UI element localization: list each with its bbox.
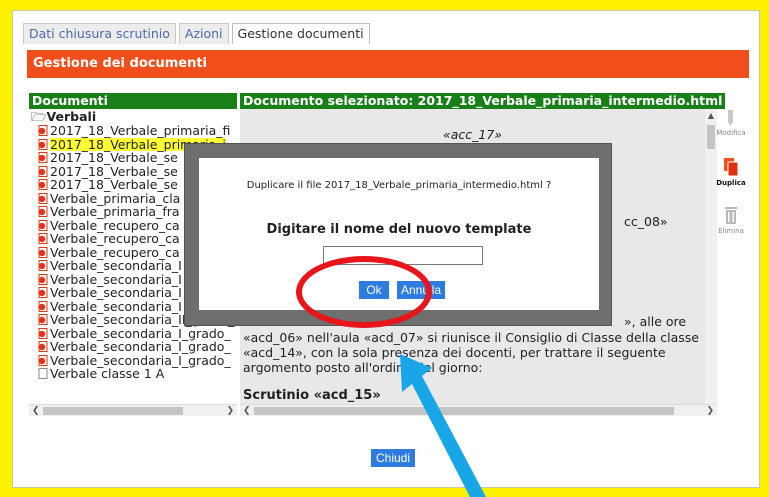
- tree-item-label: Verbale_recupero_ca: [50, 217, 180, 233]
- tree-horizontal-scrollbar[interactable]: ❮ ❯: [29, 404, 237, 416]
- scroll-right-icon[interactable]: ❯: [706, 405, 714, 417]
- tree-item-label: 2017_18_Verbale_se: [50, 163, 178, 179]
- tab-gestione-documenti[interactable]: Gestione documenti: [231, 23, 370, 44]
- tree-root-label: Verbali: [46, 109, 97, 124]
- tree-item-label: Verbale_recupero_ca: [50, 231, 180, 246]
- tree-item[interactable]: Verbale classe 1 A: [29, 367, 237, 381]
- tree-item-label: Verbale classe 1 A: [50, 366, 165, 381]
- scroll-right-icon[interactable]: ❯: [226, 405, 234, 417]
- tree-item-label: Verbale_secondaria_I: [50, 271, 182, 287]
- tab-bar: Dati chiusura scrutinio Azioni Gestione …: [23, 23, 373, 44]
- html-file-icon: [38, 179, 48, 191]
- highlight-circle: [296, 256, 432, 328]
- tree-item-label: Verbale_primaria_fra: [50, 204, 180, 219]
- tree-item-label: Verbale_secondaria_I_grado_: [50, 339, 231, 354]
- tree-item[interactable]: 2017_18_Verbale_primaria_fi: [29, 124, 237, 138]
- duplicate-tool[interactable]: Duplica: [715, 157, 747, 187]
- trash-icon: [725, 207, 737, 224]
- doc-line-1: », alle ore: [624, 314, 687, 329]
- delete-label: Elimina: [718, 227, 744, 235]
- doc-acc08: cc_08»: [624, 214, 668, 229]
- modify-tool[interactable]: Modifica: [715, 109, 747, 137]
- tree-item-label: Verbale_secondaria_I: [50, 258, 182, 273]
- html-file-icon: [38, 206, 48, 218]
- document-vertical-scrollbar[interactable]: ▲ ▼: [705, 109, 717, 416]
- scroll-left-icon[interactable]: ❮: [243, 405, 251, 417]
- tree-item-label: Verbale_recupero_ca: [50, 244, 180, 260]
- tree-item-label: Verbale_secondaria_I_grado_: [50, 325, 231, 341]
- doc-heading: Scrutinio «acd_15»: [243, 388, 381, 403]
- html-file-icon: [38, 314, 48, 326]
- scroll-left-icon[interactable]: ❮: [32, 405, 40, 417]
- html-file-icon: [38, 327, 48, 339]
- tree-item-label: 2017_18_Verbale_primaria_fi: [50, 123, 231, 138]
- html-file-icon: [38, 287, 48, 299]
- folder-open-icon: 🗁: [31, 109, 47, 124]
- document-scroll-thumb[interactable]: [707, 125, 715, 149]
- tab-azioni[interactable]: Azioni: [178, 23, 229, 44]
- tree-item[interactable]: Verbale_secondaria_I_grado_: [29, 340, 237, 354]
- pointer-arrow-icon: [400, 354, 486, 497]
- section-title: Gestione dei documenti: [27, 50, 749, 78]
- tree-item-label: 2017_18_Verbale_se: [50, 177, 178, 192]
- html-file-icon: [38, 341, 48, 353]
- tree-root-verbali[interactable]: 🗁Verbali: [29, 109, 237, 124]
- tree-item-label: Verbale_secondaria_I_grado_: [50, 352, 231, 368]
- tab-dati-chiusura-scrutinio[interactable]: Dati chiusura scrutinio: [23, 23, 176, 44]
- duplicate-label: Duplica: [716, 179, 746, 187]
- dialog-question: Duplicare il file 2017_18_Verbale_primar…: [246, 180, 552, 191]
- tree-item-label: Verbale_primaria_cla: [50, 190, 181, 206]
- html-file-icon: [38, 138, 48, 150]
- html-file-icon: [38, 233, 48, 245]
- html-file-icon: [38, 192, 48, 204]
- html-file-icon: [38, 260, 48, 272]
- doc-acc17: «acc_17»: [443, 127, 502, 142]
- html-file-icon: [38, 165, 48, 177]
- delete-tool[interactable]: Elimina: [715, 205, 747, 235]
- tree-item[interactable]: Verbale_secondaria_I_grado_: [29, 352, 237, 368]
- doc-line-2: «acd_06» nell'aula «acd_07» si riunisce …: [243, 330, 699, 345]
- html-file-icon: [38, 152, 48, 164]
- html-file-icon: [38, 300, 48, 312]
- html-file-icon: [38, 354, 48, 366]
- html-file-icon: [38, 246, 48, 258]
- tree-item-label: Verbale_secondaria_I: [50, 298, 182, 314]
- tree-item-label: Verbale_secondaria_I: [50, 285, 182, 300]
- html-file-icon: [38, 125, 48, 137]
- html-file-icon: [38, 273, 48, 285]
- tree-item[interactable]: Verbale_secondaria_I_grado_: [29, 325, 237, 341]
- pencil-icon: [728, 110, 733, 126]
- documents-header: Documenti: [29, 93, 237, 109]
- file-icon: [38, 368, 48, 380]
- modify-label: Modifica: [716, 129, 746, 137]
- tree-item-label: 2017_18_Verbale_se: [50, 150, 178, 165]
- dialog-prompt: Digitare il nome del nuovo template: [266, 222, 532, 237]
- html-file-icon: [38, 219, 48, 231]
- tree-scroll-thumb[interactable]: [43, 407, 183, 415]
- duplicate-document-icon: [724, 158, 739, 177]
- selected-document-header: Documento selezionato: 2017_18_Verbale_p…: [240, 93, 725, 109]
